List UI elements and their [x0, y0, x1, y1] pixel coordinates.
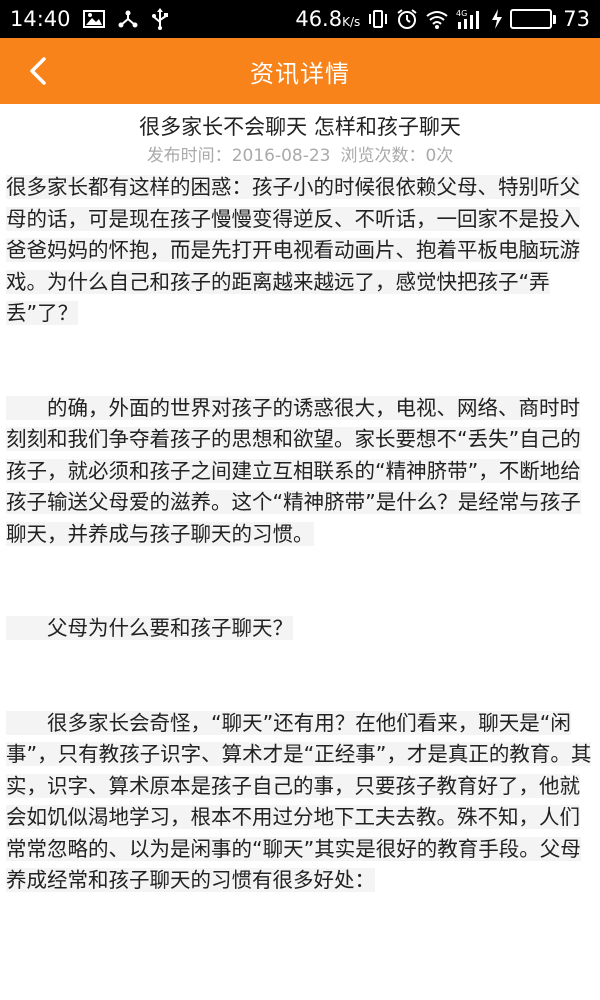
alarm-icon — [396, 8, 418, 30]
article-paragraph: 的确，外面的世界对孩子的诱惑很大，电视、网络、商时时刻刻和我们争夺着孩子的思想和… — [6, 395, 581, 546]
charging-icon — [491, 9, 503, 29]
article-title: 很多家长不会聊天 怎样和孩子聊天 — [139, 115, 461, 139]
publish-date: 2016-08-23 — [231, 146, 331, 166]
views-label: 浏览次数： — [340, 146, 426, 166]
status-bar: 14:40 46.8K/s 4G 73 — [0, 0, 600, 38]
image-icon — [82, 10, 105, 28]
status-time: 14:40 — [10, 7, 71, 31]
usb-icon — [151, 8, 169, 30]
vibrate-icon — [367, 9, 389, 29]
article[interactable]: 很多家长不会聊天 怎样和孩子聊天 发布时间：2016-08-23 浏览次数：0次 … — [0, 104, 600, 1000]
battery-icon — [510, 9, 557, 29]
views-count: 0次 — [425, 146, 454, 166]
back-button[interactable] — [14, 47, 62, 95]
share-icon — [117, 9, 139, 29]
app-bar: 资讯详情 — [0, 38, 600, 104]
signal-icon: 4G — [456, 8, 484, 30]
wifi-icon — [425, 9, 449, 29]
network-speed: 46.8K/s — [295, 7, 361, 31]
battery-level: 73 — [563, 7, 590, 31]
article-paragraph: 很多家长会奇怪，“聊天”还有用？在他们看来，聊天是“闲事”，只有教孩子识字、算术… — [6, 710, 592, 892]
article-paragraph: 很多家长都有这样的困惑：孩子小的时候很依赖父母、特别听父母的话，可是现在孩子慢慢… — [6, 175, 580, 325]
publish-label: 发布时间： — [146, 146, 232, 166]
article-body: 很多家长都有这样的困惑：孩子小的时候很依赖父母、特别听父母的话，可是现在孩子慢慢… — [0, 170, 600, 897]
article-meta: 发布时间：2016-08-23 浏览次数：0次 — [0, 142, 600, 170]
svg-text:4G: 4G — [456, 9, 467, 18]
chevron-left-icon — [30, 57, 46, 85]
page-title: 资讯详情 — [250, 59, 350, 88]
article-paragraph: 父母为什么要和孩子聊天？ — [6, 616, 293, 640]
